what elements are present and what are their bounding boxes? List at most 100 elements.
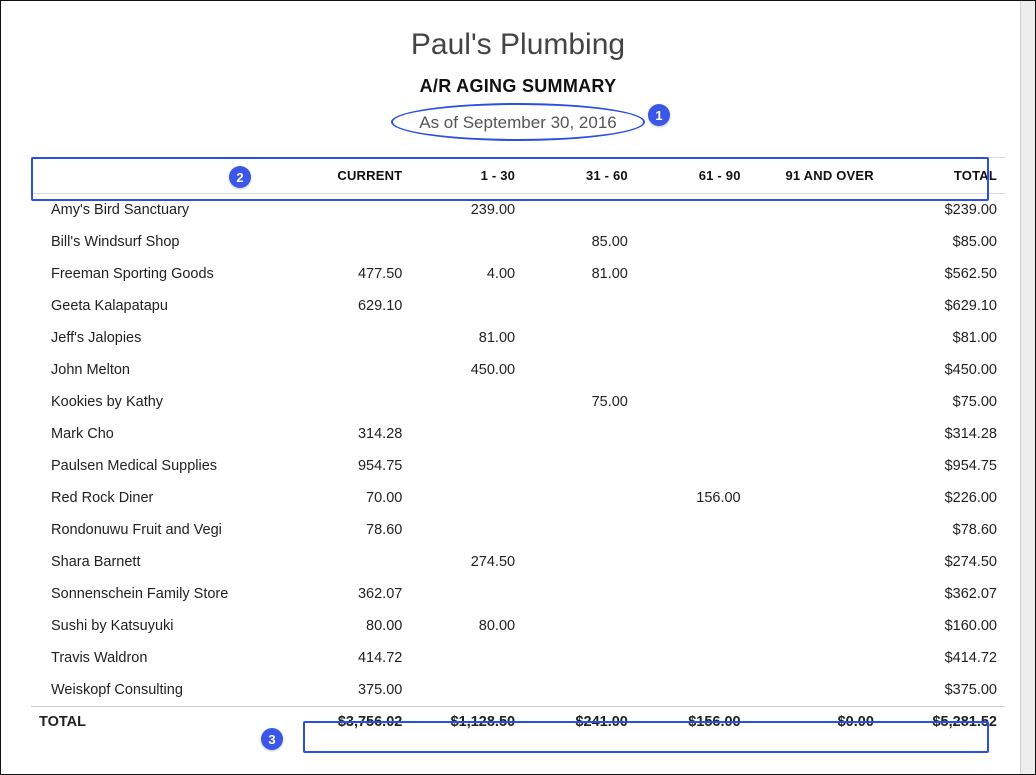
amount-cell: $75.00 (882, 386, 1005, 418)
table-row[interactable]: Sonnenschein Family Store362.07$362.07 (31, 578, 1005, 610)
table-total-row: TOTAL$3,756.02$1,128.50$241.00$156.00$0.… (31, 707, 1005, 738)
table-row[interactable]: Travis Waldron414.72$414.72 (31, 642, 1005, 674)
amount-cell (749, 482, 882, 514)
amount-cell (749, 546, 882, 578)
amount-cell (636, 194, 749, 227)
customer-name-cell: Jeff's Jalopies (31, 322, 298, 354)
amount-cell: 274.50 (410, 546, 523, 578)
amount-cell (410, 290, 523, 322)
table-row[interactable]: Weiskopf Consulting375.00$375.00 (31, 674, 1005, 707)
amount-cell (749, 226, 882, 258)
amount-cell (636, 418, 749, 450)
customer-name-cell: Rondonuwu Fruit and Vegi (31, 514, 298, 546)
amount-cell: $239.00 (882, 194, 1005, 227)
table-row[interactable]: John Melton 450.00 $450.00 (31, 354, 1005, 386)
table-row[interactable]: Shara Barnett 274.50 $274.50 (31, 546, 1005, 578)
amount-cell (749, 290, 882, 322)
amount-cell (298, 226, 411, 258)
total-amount-cell: $5,281.52 (882, 707, 1005, 738)
customer-name-cell: John Melton (31, 354, 298, 386)
amount-cell: 81.00 (523, 258, 636, 290)
amount-cell (636, 610, 749, 642)
total-amount-cell: $0.00 (749, 707, 882, 738)
amount-cell: 156.00 (636, 482, 749, 514)
table-row[interactable]: Paulsen Medical Supplies954.75 $954.75 (31, 450, 1005, 482)
table-row[interactable]: Geeta Kalapatapu629.10$629.10 (31, 290, 1005, 322)
table-row[interactable]: Amy's Bird Sanctuary 239.00 $239.00 (31, 194, 1005, 227)
amount-cell (523, 194, 636, 227)
amount-cell: 4.00 (410, 258, 523, 290)
amount-cell: 80.00 (410, 610, 523, 642)
table-row[interactable]: Mark Cho314.28$314.28 (31, 418, 1005, 450)
amount-cell (298, 194, 411, 227)
col-header-61-90: 61 - 90 (636, 158, 749, 194)
amount-cell: $954.75 (882, 450, 1005, 482)
amount-cell: 70.00 (298, 482, 411, 514)
customer-name-cell: Red Rock Diner (31, 482, 298, 514)
company-name: Paul's Plumbing (31, 28, 1005, 62)
amount-cell (523, 354, 636, 386)
amount-cell (523, 290, 636, 322)
col-header-customer (31, 158, 298, 194)
amount-cell: $226.00 (882, 482, 1005, 514)
aging-table: CURRENT 1 - 30 31 - 60 61 - 90 91 AND OV… (31, 157, 1005, 737)
table-row[interactable]: Sushi by Katsuyuki80.0080.00$160.00 (31, 610, 1005, 642)
customer-name-cell: Sushi by Katsuyuki (31, 610, 298, 642)
total-amount-cell: $156.00 (636, 707, 749, 738)
amount-cell: $450.00 (882, 354, 1005, 386)
callout-1: 1 (648, 104, 670, 126)
amount-cell: 629.10 (298, 290, 411, 322)
amount-cell (523, 578, 636, 610)
amount-cell (749, 258, 882, 290)
amount-cell (749, 514, 882, 546)
amount-cell (749, 578, 882, 610)
amount-cell: 450.00 (410, 354, 523, 386)
amount-cell (298, 354, 411, 386)
amount-cell (636, 642, 749, 674)
amount-cell (298, 386, 411, 418)
amount-cell: $375.00 (882, 674, 1005, 707)
table-row[interactable]: Freeman Sporting Goods477.504.0081.00$56… (31, 258, 1005, 290)
amount-cell: 414.72 (298, 642, 411, 674)
table-row[interactable]: Red Rock Diner70.00 156.00 $226.00 (31, 482, 1005, 514)
amount-cell (410, 418, 523, 450)
table-row[interactable]: Kookies by Kathy75.00$75.00 (31, 386, 1005, 418)
scrollbar-track[interactable] (1020, 1, 1035, 774)
amount-cell (636, 450, 749, 482)
amount-cell (749, 386, 882, 418)
report-page: Paul's Plumbing A/R AGING SUMMARY As of … (0, 0, 1036, 775)
amount-cell: 314.28 (298, 418, 411, 450)
report-title: A/R AGING SUMMARY (31, 76, 1005, 97)
amount-cell (749, 450, 882, 482)
customer-name-cell: Shara Barnett (31, 546, 298, 578)
callout-2: 2 (229, 166, 251, 188)
amount-cell (636, 258, 749, 290)
amount-cell (410, 578, 523, 610)
amount-cell: $274.50 (882, 546, 1005, 578)
customer-name-cell: Mark Cho (31, 418, 298, 450)
amount-cell (749, 418, 882, 450)
table-header-row: CURRENT 1 - 30 31 - 60 61 - 90 91 AND OV… (31, 158, 1005, 194)
table-row[interactable]: Bill's Windsurf Shop85.00$85.00 (31, 226, 1005, 258)
col-header-31-60: 31 - 60 (523, 158, 636, 194)
table-row[interactable]: Rondonuwu Fruit and Vegi78.60$78.60 (31, 514, 1005, 546)
col-header-current: CURRENT (298, 158, 411, 194)
amount-cell: $85.00 (882, 226, 1005, 258)
amount-cell (410, 642, 523, 674)
amount-cell: $562.50 (882, 258, 1005, 290)
amount-cell (410, 674, 523, 707)
amount-cell (636, 514, 749, 546)
amount-cell: 362.07 (298, 578, 411, 610)
customer-name-cell: Freeman Sporting Goods (31, 258, 298, 290)
amount-cell (636, 290, 749, 322)
customer-name-cell: Paulsen Medical Supplies (31, 450, 298, 482)
table-row[interactable]: Jeff's Jalopies81.00$81.00 (31, 322, 1005, 354)
amount-cell (749, 674, 882, 707)
customer-name-cell: Weiskopf Consulting (31, 674, 298, 707)
amount-cell: 239.00 (410, 194, 523, 227)
amount-cell: 954.75 (298, 450, 411, 482)
customer-name-cell: Amy's Bird Sanctuary (31, 194, 298, 227)
amount-cell (298, 322, 411, 354)
total-label: TOTAL (31, 707, 298, 738)
col-header-1-30: 1 - 30 (410, 158, 523, 194)
